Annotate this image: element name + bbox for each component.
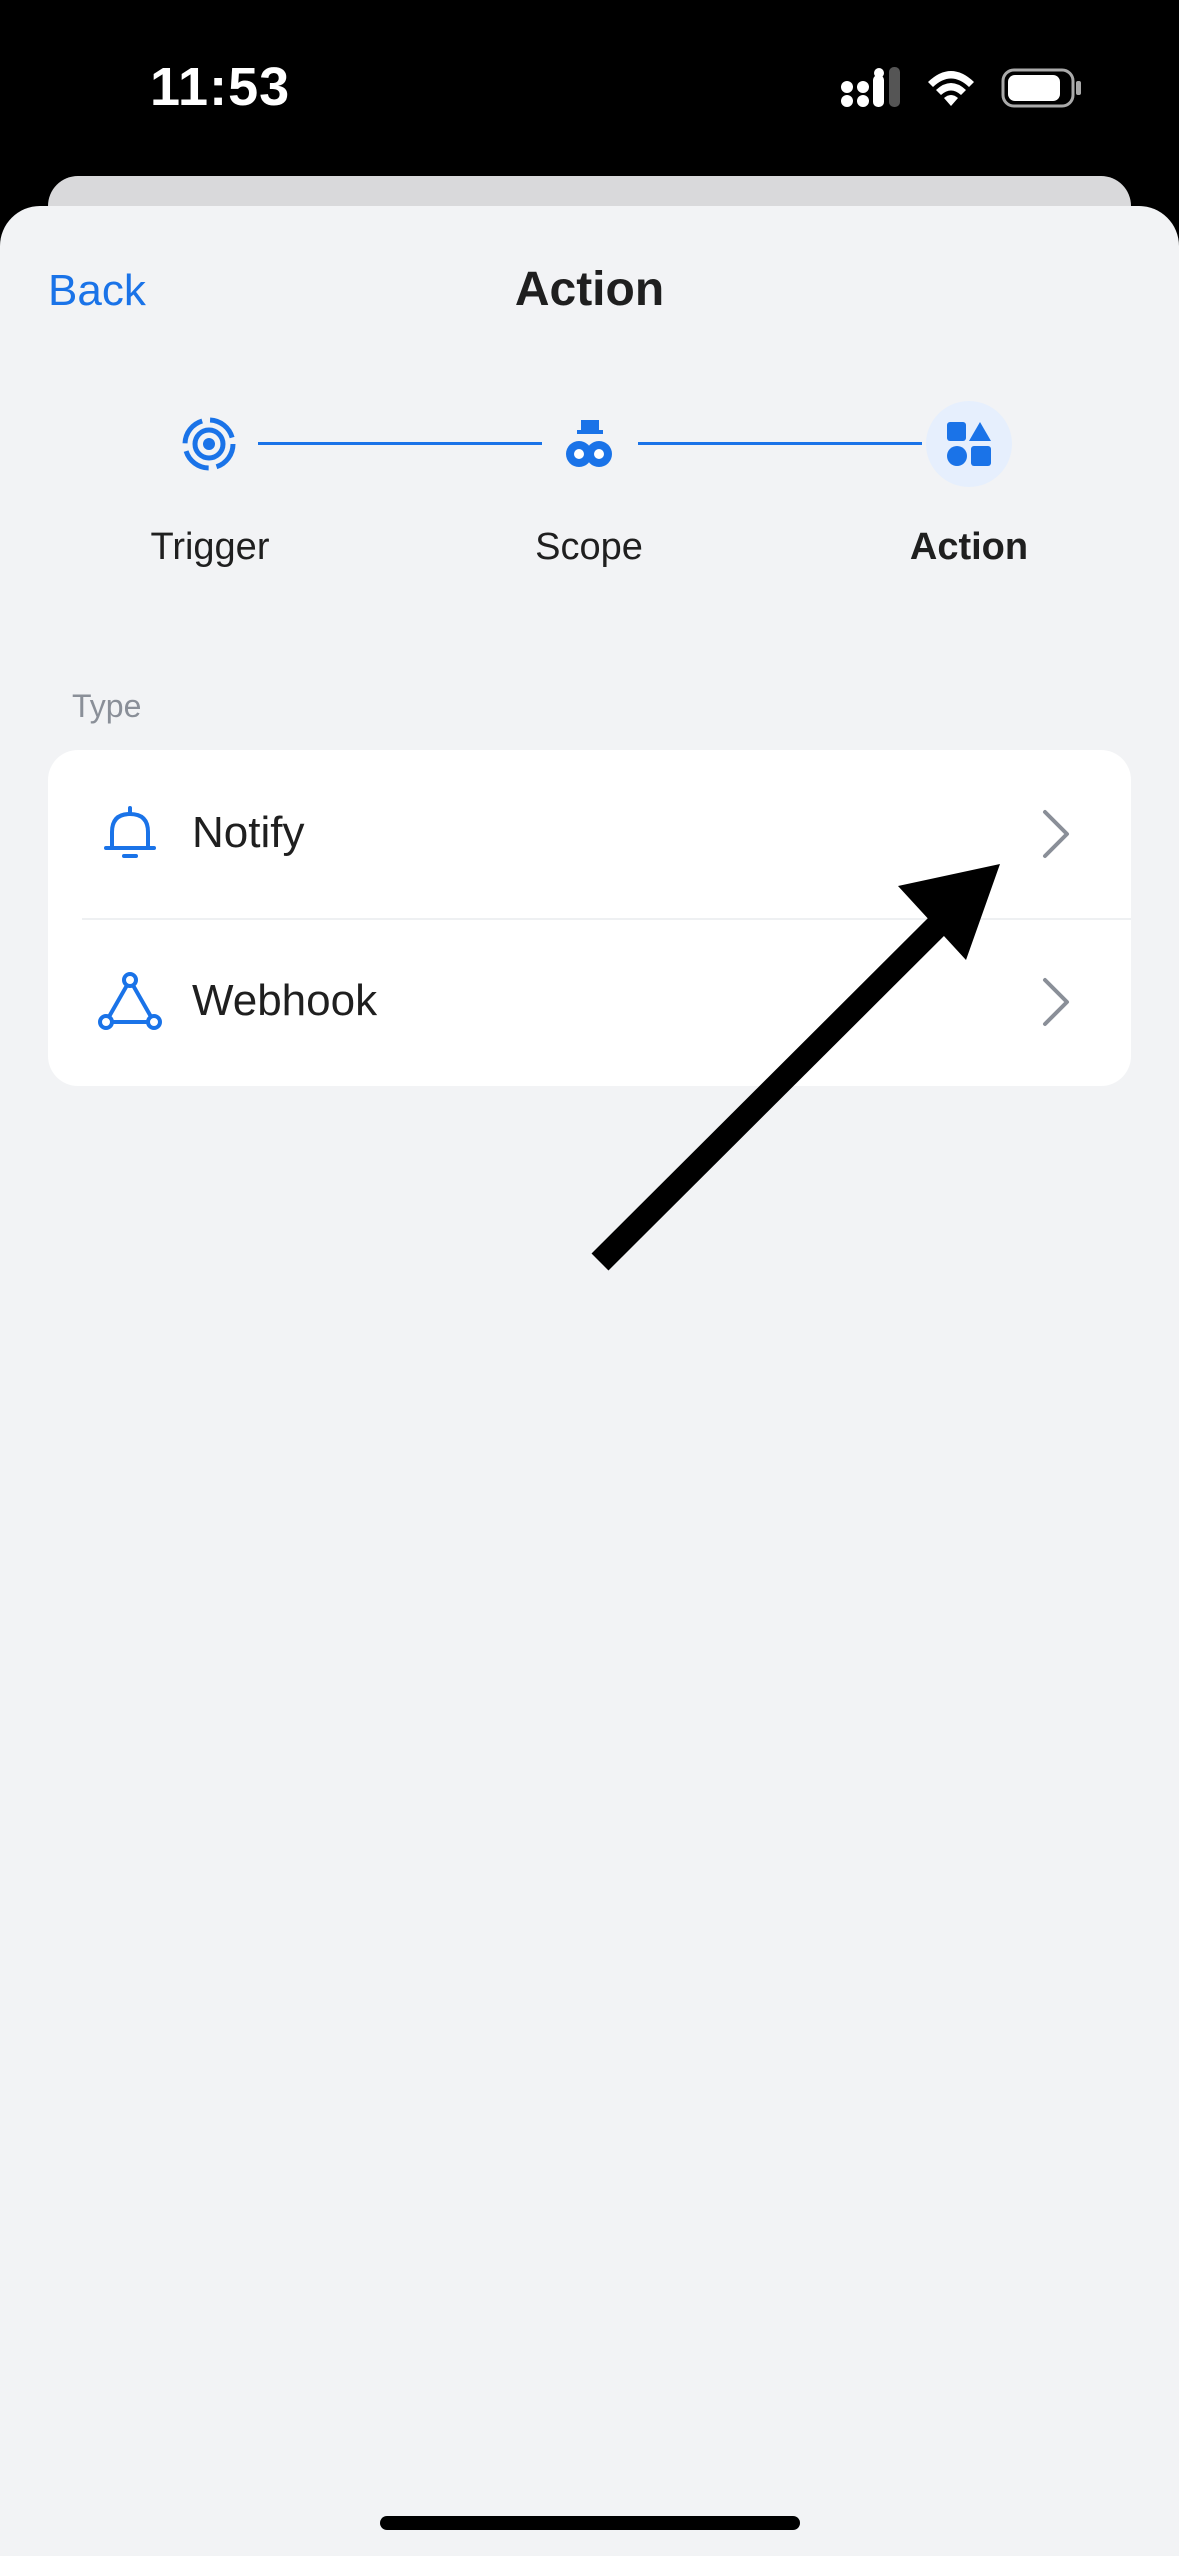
wifi-icon: [928, 71, 974, 106]
type-list-card: Notify Webhook: [48, 750, 1131, 1086]
webhook-icon: [98, 972, 162, 1030]
shapes-icon: [947, 422, 991, 466]
list-item-label: Webhook: [192, 976, 378, 1025]
status-time: 11:53: [150, 57, 291, 117]
bell-icon: [104, 806, 156, 858]
section-label-type: Type: [72, 688, 142, 724]
list-item-label: Notify: [192, 808, 305, 857]
step-action-icon-wrap[interactable]: [926, 401, 1012, 487]
chevron-right-icon: [1043, 978, 1069, 1026]
step-label-trigger: Trigger: [150, 526, 270, 568]
list-item-notify[interactable]: Notify: [48, 750, 1131, 920]
status-bar: 11:53: [0, 0, 1179, 176]
step-connector-1: [258, 442, 542, 445]
target-icon: [182, 417, 236, 471]
status-icons: [841, 64, 1083, 112]
step-trigger-icon-wrap[interactable]: [166, 401, 252, 487]
step-scope-icon-wrap[interactable]: [546, 401, 632, 487]
action-sheet: Back Action Trigger Scope Action Type No…: [0, 206, 1179, 2556]
page-title: Action: [514, 263, 665, 316]
battery-icon: [1001, 68, 1081, 108]
step-connector-2: [638, 442, 922, 445]
step-label-action: Action: [909, 526, 1029, 568]
list-item-webhook[interactable]: Webhook: [48, 918, 1131, 1086]
scope-icon: [566, 420, 612, 467]
chevron-right-icon: [1043, 810, 1069, 858]
home-indicator: [380, 2516, 800, 2530]
step-label-scope: Scope: [535, 526, 643, 568]
cellular-signal-icon: [841, 67, 900, 107]
